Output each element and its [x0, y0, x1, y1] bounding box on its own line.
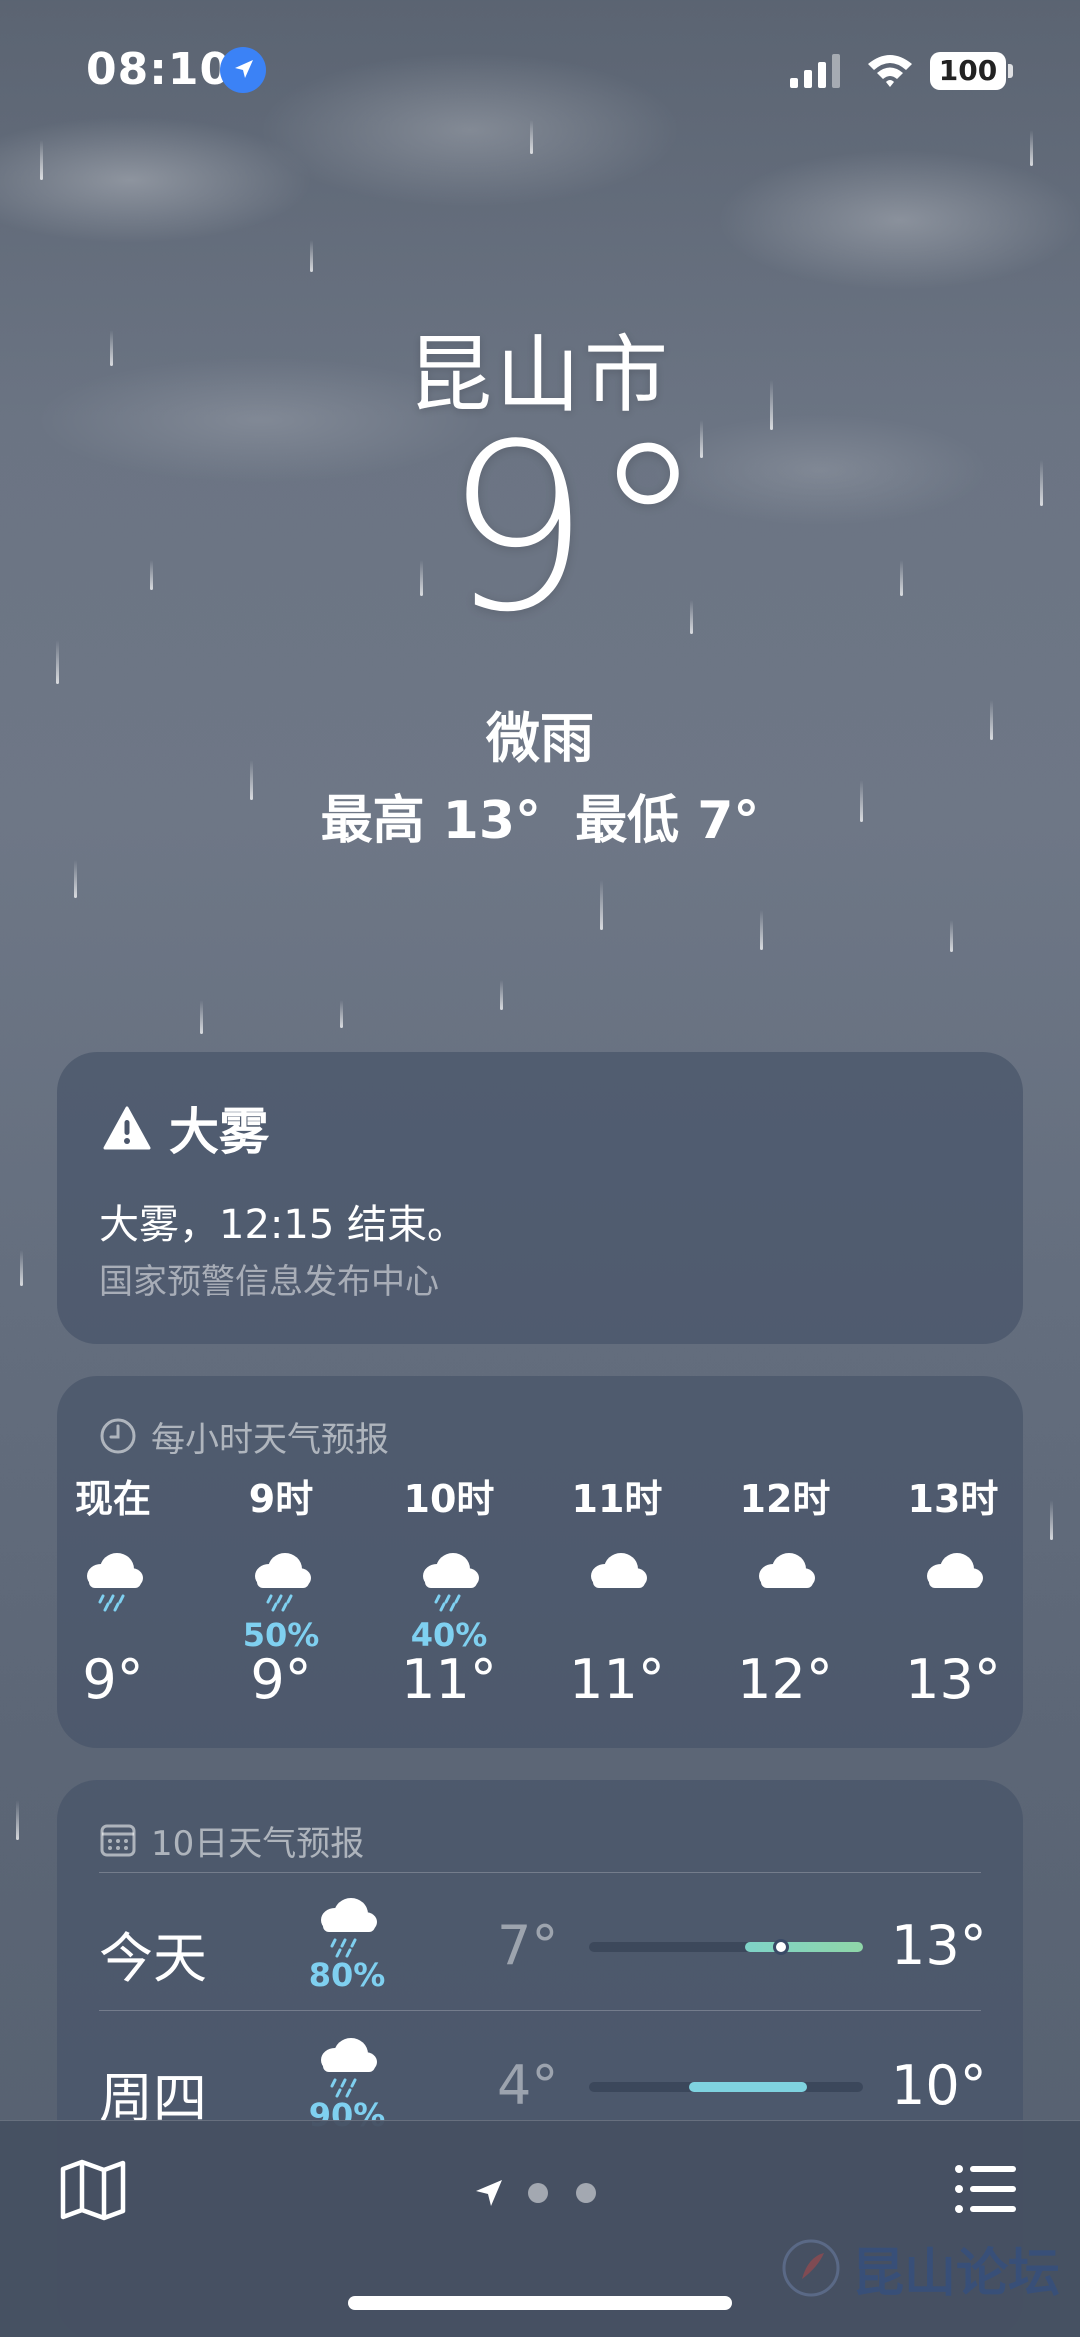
cloud-rain-icon: [321, 2038, 377, 2098]
page-dot[interactable]: [528, 2183, 548, 2203]
daily-header-label: 10日天气预报: [151, 1823, 365, 1864]
hour-temp: 13°: [905, 1648, 1001, 1711]
cloud-rain-icon: [423, 1553, 479, 1612]
high-low-temps: 最高 13° 最低 7°: [0, 778, 1080, 853]
status-time: 08:10: [86, 44, 232, 95]
weather-alert-card[interactable]: 大雾 大雾，12:15 结束。 国家预警信息发布中心: [57, 1052, 1023, 1344]
hour-label: 现在: [74, 1477, 151, 1521]
warning-triangle-icon: [103, 1106, 151, 1150]
hourly-header-label: 每小时天气预报: [151, 1419, 389, 1460]
divider: [99, 1872, 981, 1873]
list-icon[interactable]: [954, 2161, 1018, 2217]
high-temp: 最高 13°: [320, 791, 542, 851]
cloud-icon: [927, 1553, 983, 1588]
day-high-temp: 13°: [891, 1914, 987, 1977]
day-high-temp: 10°: [891, 2054, 987, 2117]
hour-item: 现在 9°: [57, 1468, 197, 1728]
hourly-list[interactable]: 现在 9° 9时 50% 9° 10时 40% 11° 11时 11° 12时 12° 13时 13°: [57, 1468, 1023, 1728]
watermark-logo-icon: [782, 2239, 840, 2297]
clock-icon: [100, 1418, 136, 1454]
page-indicator[interactable]: [472, 2173, 624, 2213]
hour-temp: 11°: [569, 1648, 665, 1711]
cloud-rain-icon: [255, 1553, 311, 1612]
cloud-rain-icon: [321, 1898, 377, 1958]
current-temperature: 9°: [444, 396, 706, 663]
day-row-today[interactable]: 今天 80% 7° 13°: [57, 1876, 1023, 2016]
alert-text: 大雾，12:15 结束。: [99, 1202, 467, 1248]
cloud-icon: [759, 1553, 815, 1588]
precip-probability: 80%: [308, 1956, 386, 1994]
hour-label: 12时: [739, 1477, 831, 1521]
hour-item: 12时 12°: [701, 1468, 869, 1728]
hour-temp: 12°: [737, 1648, 833, 1711]
alert-source: 国家预警信息发布中心: [99, 1262, 439, 1302]
cloud-icon: [591, 1553, 647, 1588]
home-indicator[interactable]: [348, 2296, 732, 2310]
hour-item: 13时 13°: [869, 1468, 1023, 1728]
hourly-forecast-card[interactable]: 每小时天气预报 现在 9° 9时 50% 9° 10时 40% 11° 11时 11° 12时 12°…: [57, 1376, 1023, 1748]
low-temp: 最低 7°: [575, 791, 760, 851]
alert-title-row: 大雾: [103, 1096, 269, 1161]
location-arrow-icon: [220, 47, 266, 93]
hour-temp: 9°: [250, 1648, 312, 1711]
wifi-icon: [868, 55, 912, 87]
day-low-temp: 4°: [497, 2054, 559, 2117]
watermark: 昆山论坛: [780, 2230, 1070, 2306]
hour-item: 9时 50% 9°: [197, 1468, 365, 1728]
temperature-range-bar: [589, 2082, 863, 2092]
divider: [99, 2010, 981, 2011]
alert-title: 大雾: [169, 1103, 269, 1161]
calendar-icon: [100, 1824, 136, 1857]
temperature-range-fill: [745, 1942, 863, 1952]
hour-label: 10时: [403, 1477, 495, 1521]
daily-header: 10日天气预报: [99, 1814, 364, 1866]
hour-temp: 11°: [401, 1648, 497, 1711]
battery-cap: [1008, 64, 1013, 78]
day-name: 今天: [99, 1927, 207, 1990]
current-temp-marker: [773, 1939, 789, 1955]
page-dot[interactable]: [576, 2183, 596, 2203]
hour-label: 11时: [571, 1477, 663, 1521]
temperature-range-fill: [689, 2082, 807, 2092]
hour-label: 9时: [248, 1477, 314, 1521]
hour-label: 13时: [907, 1477, 999, 1521]
location-arrow-icon[interactable]: [472, 2176, 506, 2210]
cellular-signal-icon: [790, 54, 840, 88]
battery-icon: 100: [930, 52, 1006, 90]
map-icon[interactable]: [58, 2157, 128, 2223]
hour-item: 11时 11°: [533, 1468, 701, 1728]
hourly-header: 每小时天气预报: [99, 1410, 389, 1462]
status-bar: 08:10 100: [0, 0, 1080, 140]
watermark-text: 昆山论坛: [852, 2242, 1061, 2304]
current-condition: 微雨: [486, 707, 594, 770]
temperature-range-bar: [589, 1939, 863, 1955]
hour-temp: 9°: [82, 1648, 144, 1711]
hour-item: 10时 40% 11°: [365, 1468, 533, 1728]
day-low-temp: 7°: [497, 1914, 559, 1977]
cloud-rain-icon: [87, 1553, 143, 1612]
